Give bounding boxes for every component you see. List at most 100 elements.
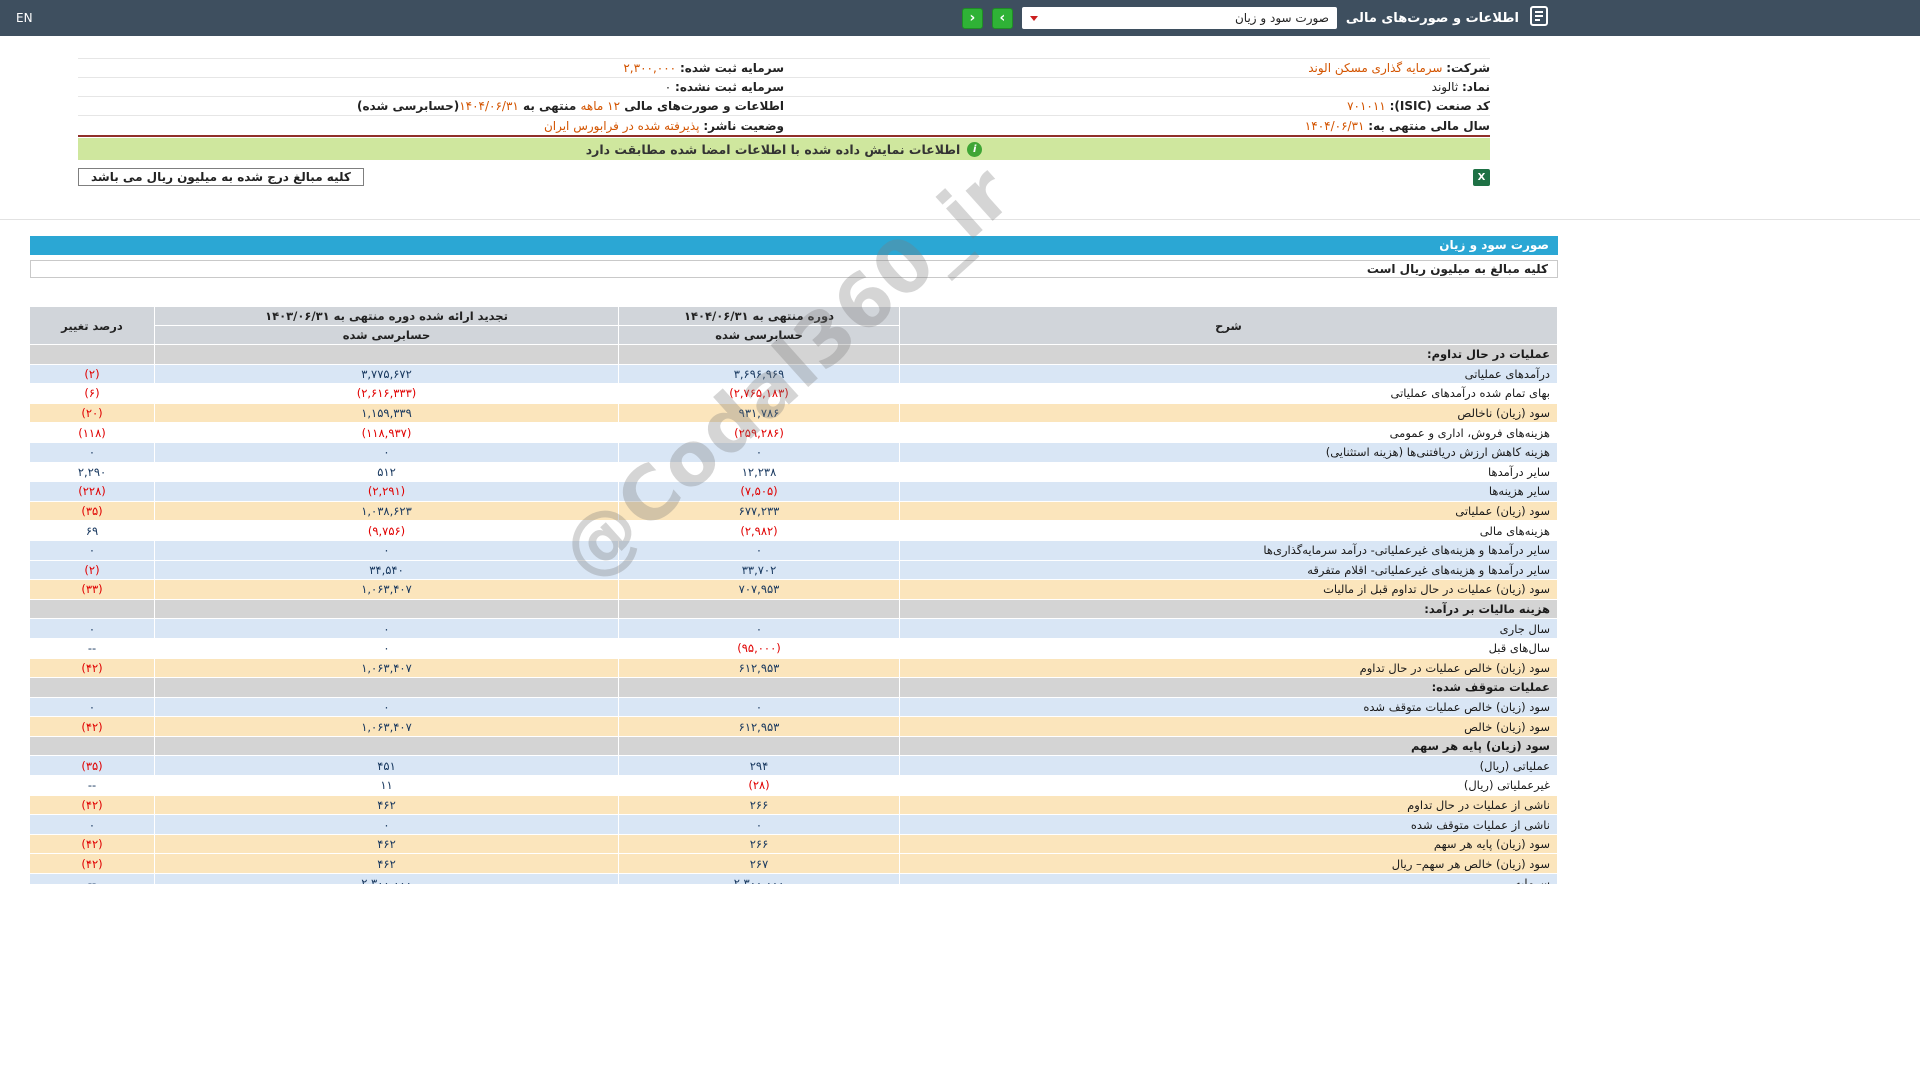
language-toggle-en[interactable]: EN	[16, 11, 33, 25]
row-change-value	[30, 344, 155, 365]
table-row: ناشی از عملیات متوقف شده ۰ ۰ ۰	[30, 814, 1558, 835]
info-label: ثالوند	[1431, 80, 1462, 94]
info-value: پذیرفته شده در فرابورس ایران	[543, 118, 704, 133]
row-current-value: (۲۵۹,۲۸۶)	[618, 422, 900, 443]
row-current-value	[618, 677, 900, 698]
col-header-prior-period: تجدید ارائه شده دوره منتهی به ۱۴۰۳/۰۶/۳۱	[154, 306, 619, 326]
company-info-cell: کد صنعت (ISIC): ۷۰۱۰۱۱	[784, 99, 1490, 113]
info-label: نماد:	[1461, 80, 1490, 94]
table-row: سود (زیان) ناخالص ۹۳۱,۷۸۶ ۱,۱۵۹,۳۳۹ (۲۰)	[30, 402, 1558, 424]
row-prior-value: ۴۵۱	[154, 755, 619, 777]
info-label: سرمایه ثبت نشده:	[675, 80, 784, 94]
row-current-value: ۳۳,۷۰۲	[618, 559, 900, 581]
row-prior-value: (۱۱۸,۹۳۷)	[154, 422, 619, 443]
table-row: هزینه‌های مالی (۲,۹۸۲) (۹,۷۵۶) ۶۹	[30, 520, 1558, 541]
row-description: سود (زیان) خالص هر سهم– ریال	[899, 853, 1558, 875]
row-change-value: (۲۰)	[30, 402, 155, 424]
info-label: وضعیت ناشر:	[703, 118, 784, 133]
section-row: عملیات متوقف شده:	[30, 677, 1558, 698]
row-description: سال جاری	[899, 618, 1558, 639]
units-toolbar: X کلیه مبالغ درج شده به میلیون ریال می ب…	[78, 168, 1490, 186]
topbar-inner: اطلاعات و صورت‌های مالی صورت سود و زیان …	[0, 0, 1558, 36]
row-description: غیرعملیاتی (ریال)	[899, 775, 1558, 796]
row-change-value: ۰	[30, 696, 155, 718]
excel-export-icon[interactable]: X	[1473, 168, 1490, 186]
col-subheader-audited-prior: حسابرسی شده	[154, 325, 619, 345]
row-prior-value: ۰	[154, 618, 619, 639]
row-current-value: ۹۳۱,۷۸۶	[618, 402, 900, 424]
row-change-value: (۴۲)	[30, 716, 155, 737]
section-row: عملیات در حال تداوم:	[30, 344, 1558, 365]
row-current-value: ۲,۳۰۰,۰۰۰	[618, 873, 900, 884]
row-prior-value	[154, 344, 619, 365]
row-change-value: --	[30, 873, 155, 884]
company-info-cell: نماد: ثالوند	[784, 80, 1490, 94]
row-current-value: (۷,۵۰۵)	[618, 481, 900, 502]
info-label: ۰	[664, 80, 676, 94]
signature-match-text: اطلاعات نمایش داده شده با اطلاعات امضا ش…	[585, 141, 961, 157]
statement-table-wrap: شرح دوره منتهی به ۱۴۰۴/۰۶/۳۱ تجدید ارائه…	[30, 306, 1558, 884]
row-description: سود (زیان) پایه هر سهم	[899, 833, 1558, 855]
table-row: ناشی از عملیات در حال تداوم ۲۶۶ ۴۶۲ (۴۲)	[30, 794, 1558, 816]
statement-title-bar: صورت سود و زیان	[30, 236, 1558, 255]
row-current-value: ۰	[618, 696, 900, 718]
statement-tbody: عملیات در حال تداوم: درآمدهای عملیاتی ۳,۶۹…	[30, 344, 1558, 884]
section-row: سود (زیان) پایه هر سهم	[30, 735, 1558, 757]
row-change-value: (۳۳)	[30, 579, 155, 600]
row-current-value	[618, 598, 900, 620]
row-prior-value	[154, 735, 619, 757]
company-info-row: نماد: ثالوند سرمایه ثبت نشده: ۰	[78, 78, 1490, 97]
row-prior-value: ۱,۱۵۹,۳۳۹	[154, 402, 619, 424]
row-prior-value: ۰	[154, 814, 619, 835]
info-label: اطلاعات و صورت‌های مالی	[620, 99, 784, 113]
row-description: سرمایه	[899, 873, 1558, 884]
row-description: ناشی از عملیات در حال تداوم	[899, 794, 1558, 816]
row-prior-value: ۵۱۲	[154, 461, 619, 483]
topbar: اطلاعات و صورت‌های مالی صورت سود و زیان …	[0, 0, 1920, 36]
table-row: سال‌های قبل (۹۵,۰۰۰) ۰ --	[30, 637, 1558, 659]
row-description: سود (زیان) ناخالص	[899, 402, 1558, 424]
table-row: بهای تمام شده درآمدهای عملیاتی (۲,۷۶۵,۱۸۳…	[30, 383, 1558, 404]
table-row: سود (زیان) خالص عملیات در حال تداوم ۶۱۲,۹…	[30, 657, 1558, 679]
units-note-box: کلیه مبالغ درج شده به میلیون ریال می باش…	[78, 168, 364, 186]
prev-report-button[interactable]: ‹	[961, 7, 983, 29]
row-change-value: ۰	[30, 539, 155, 561]
info-value: ۷۰۱۰۱۱	[1347, 99, 1390, 113]
row-current-value	[618, 344, 900, 365]
next-report-button[interactable]: ›	[991, 7, 1013, 29]
table-row: سود (زیان) خالص ۶۱۲,۹۵۳ ۱,۰۶۳,۴۰۷ (۴۲)	[30, 716, 1558, 737]
company-info-row: کد صنعت (ISIC): ۷۰۱۰۱۱ اطلاعات و صورت‌های…	[78, 97, 1490, 116]
row-description: سال‌های قبل	[899, 637, 1558, 659]
row-current-value: ۰	[618, 441, 900, 463]
table-row: عملیاتی (ریال) ۲۹۴ ۴۵۱ (۳۵)	[30, 755, 1558, 777]
table-row: سود (زیان) عملیاتی ۶۷۷,۲۳۳ ۱,۰۳۸,۶۲۳ (۳۵)	[30, 500, 1558, 522]
col-header-percent-change: درصد تغییر	[30, 306, 155, 345]
row-change-value: ۲,۲۹۰	[30, 461, 155, 483]
info-icon: i	[967, 141, 983, 157]
row-description: هزینه مالیات بر درآمد:	[899, 598, 1558, 620]
row-prior-value: ۲,۳۰۰,۰۰۰	[154, 873, 619, 884]
row-description: سایر درآمدها و هزینه‌های غیرعملیاتی- درآ…	[899, 539, 1558, 561]
col-subheader-audited-current: حسابرسی شده	[618, 325, 900, 345]
row-description: عملیات متوقف شده:	[899, 677, 1558, 698]
row-change-value: --	[30, 775, 155, 796]
row-prior-value: ۱,۰۶۳,۴۰۷	[154, 657, 619, 679]
row-change-value: (۴۲)	[30, 794, 155, 816]
row-current-value: ۲۶۶	[618, 833, 900, 855]
row-current-value: ۲۶۷	[618, 853, 900, 875]
company-info-cell: سرمایه ثبت نشده: ۰	[78, 80, 784, 94]
chevron-down-icon	[1029, 15, 1038, 21]
report-select[interactable]: صورت سود و زیان	[1021, 7, 1337, 29]
row-change-value: (۲)	[30, 363, 155, 385]
row-current-value: ۲۹۴	[618, 755, 900, 777]
row-description: بهای تمام شده درآمدهای عملیاتی	[899, 383, 1558, 404]
row-prior-value: ۰	[154, 441, 619, 463]
row-current-value: (۲۸)	[618, 775, 900, 796]
row-description: عملیاتی (ریال)	[899, 755, 1558, 777]
row-prior-value: ۱۱	[154, 775, 619, 796]
row-prior-value: ۰	[154, 696, 619, 718]
income-statement-table: شرح دوره منتهی به ۱۴۰۴/۰۶/۳۱ تجدید ارائه…	[30, 306, 1558, 884]
row-current-value: ۶۱۲,۹۵۳	[618, 657, 900, 679]
row-prior-value: (۲,۲۹۱)	[154, 481, 619, 502]
row-description: عملیات در حال تداوم:	[899, 344, 1558, 365]
